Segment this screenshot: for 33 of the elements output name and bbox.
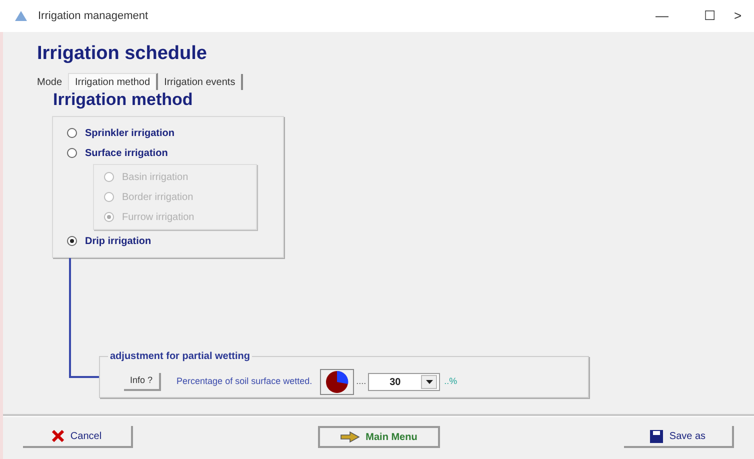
- radio-button[interactable]: [67, 236, 77, 246]
- radio-label: Surface irrigation: [85, 146, 168, 160]
- save-icon: [650, 430, 664, 442]
- info-button[interactable]: Info ?: [124, 373, 161, 391]
- dot-leader: ....: [356, 375, 366, 388]
- save-button[interactable]: Save as: [624, 426, 734, 448]
- cancel-button[interactable]: Cancel: [23, 426, 133, 448]
- cancel-icon: [52, 430, 64, 442]
- radio-label: Drip irrigation: [85, 234, 152, 248]
- tab[interactable]: Irrigation method: [68, 73, 158, 90]
- window-title: Irrigation management: [38, 8, 148, 24]
- dropdown-value: 30: [388, 376, 402, 390]
- maximize-button[interactable]: ☐: [686, 6, 734, 26]
- value-dropdown[interactable]: 30: [368, 373, 440, 391]
- radio-button[interactable]: [67, 148, 77, 158]
- pie-icon: [320, 369, 354, 395]
- section-title: Irrigation method: [53, 90, 193, 110]
- group-title: adjustment for partial wetting: [108, 349, 252, 364]
- page-heading: Irrigation schedule: [37, 42, 207, 66]
- tab[interactable]: Irrigation events: [158, 74, 244, 90]
- radio-label: Border irrigation: [122, 190, 194, 204]
- radio-label: Sprinkler irrigation: [85, 126, 174, 140]
- wetting-label: Percentage of soil surface wetted.: [176, 375, 312, 388]
- minimize-button[interactable]: —: [638, 6, 686, 26]
- radio-label: Furrow irrigation: [122, 210, 194, 224]
- radio-button[interactable]: [67, 128, 77, 138]
- menu-button[interactable]: Main Menu: [318, 426, 440, 448]
- unit-label: ..%: [444, 375, 458, 388]
- tab[interactable]: Mode: [31, 74, 68, 90]
- radio-label: Basin irrigation: [122, 170, 188, 184]
- close-button[interactable]: >: [734, 6, 754, 26]
- arrow-icon: [340, 431, 360, 443]
- app-icon: [14, 10, 28, 22]
